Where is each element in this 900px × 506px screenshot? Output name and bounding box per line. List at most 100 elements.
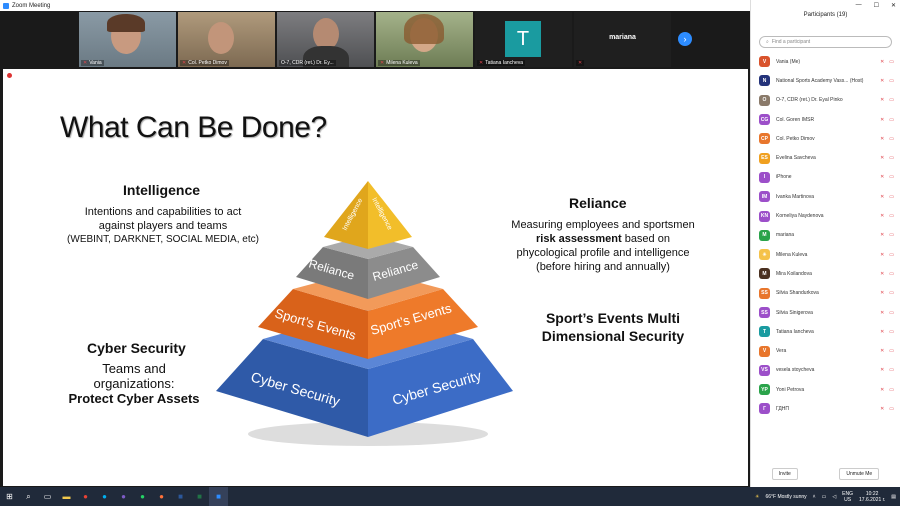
participant-row[interactable]: M Mira Koilandova ✕ ▭ <box>751 264 900 283</box>
participant-status-icons: ✕ ▭ <box>880 387 894 393</box>
video-off-icon: ▭ <box>889 77 894 84</box>
mic-muted-icon: ✕ <box>479 60 484 66</box>
participant-row[interactable]: V Vera ✕ ▭ <box>751 341 900 360</box>
video-off-icon: ▭ <box>889 251 894 258</box>
participant-avatar: SS <box>759 287 770 299</box>
mic-muted-icon: ✕ <box>880 232 885 239</box>
tray-chevron-icon[interactable]: ˄ <box>813 494 816 500</box>
cyber-heading: Cyber Security <box>87 340 186 356</box>
next-page-button[interactable]: › <box>678 32 692 46</box>
volume-icon[interactable]: ◁ <box>832 494 836 500</box>
mic-muted-icon: ✕ <box>578 60 583 66</box>
intelligence-heading: Intelligence <box>123 182 201 198</box>
participant-row[interactable]: KN Korneliya Naydenova ✕ ▭ <box>751 206 900 225</box>
weather-text[interactable]: 66°F Mostly sunny <box>765 494 806 500</box>
viber-icon[interactable]: ● <box>114 487 133 506</box>
participant-name: National Sports Academy Vass... (Host) <box>776 77 864 84</box>
participant-name: Milena Kuleva <box>776 251 808 258</box>
mic-muted-icon: ✕ <box>880 270 885 277</box>
participant-avatar: O <box>759 94 770 106</box>
task-view-icon[interactable]: ▭ <box>38 487 57 506</box>
mic-muted-icon: ✕ <box>880 155 885 162</box>
video-tile[interactable]: mariana ✕ <box>574 12 671 67</box>
weather-icon[interactable]: ☀ <box>755 494 759 500</box>
video-off-icon: ▭ <box>889 328 894 335</box>
participant-row[interactable]: VS vesela stoycheva ✕ ▭ <box>751 361 900 380</box>
mic-muted-icon: ✕ <box>880 348 885 355</box>
mic-muted-icon: ✕ <box>880 251 885 258</box>
unmute-me-button[interactable]: Unmute Me <box>839 468 880 480</box>
minimize-icon[interactable]: — <box>856 2 862 9</box>
participant-name: iPhone <box>776 174 792 181</box>
participant-row[interactable]: Mmariana ✕ ▭ <box>751 226 900 245</box>
whatsapp-icon[interactable]: ● <box>133 487 152 506</box>
participant-list: V Vania (Me) ✕ ▭ N National Sports Academy Va… <box>751 52 900 419</box>
tile-name: Col. Petko Dimov <box>188 60 227 66</box>
video-off-icon: ▭ <box>889 348 894 355</box>
participant-search-input[interactable]: ⌕ Find a participant <box>759 36 892 48</box>
participant-row[interactable]: IM Ivanka Martinova ✕ ▭ <box>751 187 900 206</box>
participant-row[interactable]: CP Col. Petko Dimov ✕ ▭ <box>751 129 900 148</box>
participant-row[interactable]: SS Silvia Shandurkova ✕ ▭ <box>751 284 900 303</box>
participant-row[interactable]: IiPhone ✕ ▭ <box>751 168 900 187</box>
language-indicator[interactable]: ENG US <box>842 491 853 503</box>
participant-status-icons: ✕ ▭ <box>880 213 894 219</box>
mic-muted-icon: ✕ <box>880 386 885 393</box>
participant-status-icons: ✕ ▭ <box>880 406 894 412</box>
maximize-icon[interactable]: ☐ <box>874 2 879 9</box>
video-off-icon: ▭ <box>889 135 894 142</box>
participant-avatar: M <box>759 229 770 241</box>
participant-row[interactable]: Г ГДНП ✕ ▭ <box>751 399 900 418</box>
video-off-icon: ▭ <box>889 405 894 412</box>
participant-status-icons: ✕ ▭ <box>880 348 894 354</box>
video-tile[interactable]: ✕ Milena Kuleva <box>376 12 473 67</box>
zoom-taskbar-icon[interactable]: ■ <box>209 487 228 506</box>
video-off-icon: ▭ <box>889 155 894 162</box>
participant-avatar: V <box>759 56 770 68</box>
tile-name-center: mariana <box>609 34 636 41</box>
participant-avatar: KN <box>759 210 770 222</box>
excel-icon[interactable]: ■ <box>190 487 209 506</box>
video-off-icon: ▭ <box>889 58 894 65</box>
clock[interactable]: 10:22 17.6.2021 г. <box>859 491 885 503</box>
participant-name: Korneliya Naydenova <box>776 213 824 220</box>
participant-name: Vera <box>776 348 787 355</box>
participant-status-icons: ✕ ▭ <box>880 117 894 123</box>
firefox-icon[interactable]: ● <box>152 487 171 506</box>
file-explorer-icon[interactable]: ▬ <box>57 487 76 506</box>
tile-name: Milena Kuleva <box>386 60 418 66</box>
video-tile[interactable]: O-7, CDR (ret.) Dr. Ey... <box>277 12 374 67</box>
close-icon[interactable]: ✕ <box>891 2 896 9</box>
participant-name: Col. Petko Dimov <box>776 135 815 142</box>
participants-header: Participants (19) — ☐ ✕ <box>751 0 900 30</box>
invite-button[interactable]: Invite <box>771 468 798 480</box>
participant-avatar: I <box>759 171 770 183</box>
participant-row[interactable]: SS Silvia Sinigerova ✕ ▭ <box>751 303 900 322</box>
start-icon[interactable]: ⊞ <box>0 487 19 506</box>
video-tile[interactable]: ✕ Col. Petko Dimov <box>178 12 275 67</box>
window-titlebar: Zoom Meeting <box>0 0 750 11</box>
participant-status-icons: ✕ ▭ <box>880 194 894 200</box>
participant-row[interactable]: O O-7, CDR (ret.) Dr. Eyal Pinko ✕ ▭ <box>751 91 900 110</box>
video-tile[interactable]: T ✕ Tatiana Iancheva <box>475 12 572 67</box>
participant-avatar: T <box>759 326 770 338</box>
participant-row[interactable]: N National Sports Academy Vass... (Host) ✕… <box>751 71 900 90</box>
video-tile[interactable]: ✕ Vania <box>79 12 176 67</box>
search-icon[interactable]: ⌕ <box>19 487 38 506</box>
participant-row[interactable]: ☀ Milena Kuleva ✕ ▭ <box>751 245 900 264</box>
participant-name: vesela stoycheva <box>776 367 815 374</box>
participant-row[interactable]: CG Col. Goren IMSR ✕ ▭ <box>751 110 900 129</box>
participant-row[interactable]: ES Evelina Savcheva ✕ ▭ <box>751 148 900 167</box>
word-icon[interactable]: ■ <box>171 487 190 506</box>
network-icon[interactable]: ▭ <box>822 494 827 500</box>
participant-row[interactable]: T Tatiana Iancheva ✕ ▭ <box>751 322 900 341</box>
mic-muted-icon: ✕ <box>880 193 885 200</box>
participant-row[interactable]: V Vania (Me) ✕ ▭ <box>751 52 900 71</box>
tile-name: Vania <box>89 60 102 66</box>
notifications-icon[interactable]: ▤ <box>891 494 896 500</box>
reliance-heading: Reliance <box>569 195 627 211</box>
skype-icon[interactable]: ● <box>95 487 114 506</box>
chrome-icon[interactable]: ● <box>76 487 95 506</box>
shared-screen: What Can Be Done? Intelligence Intention… <box>3 69 748 486</box>
participant-row[interactable]: YP Yoni Petrova ✕ ▭ <box>751 380 900 399</box>
